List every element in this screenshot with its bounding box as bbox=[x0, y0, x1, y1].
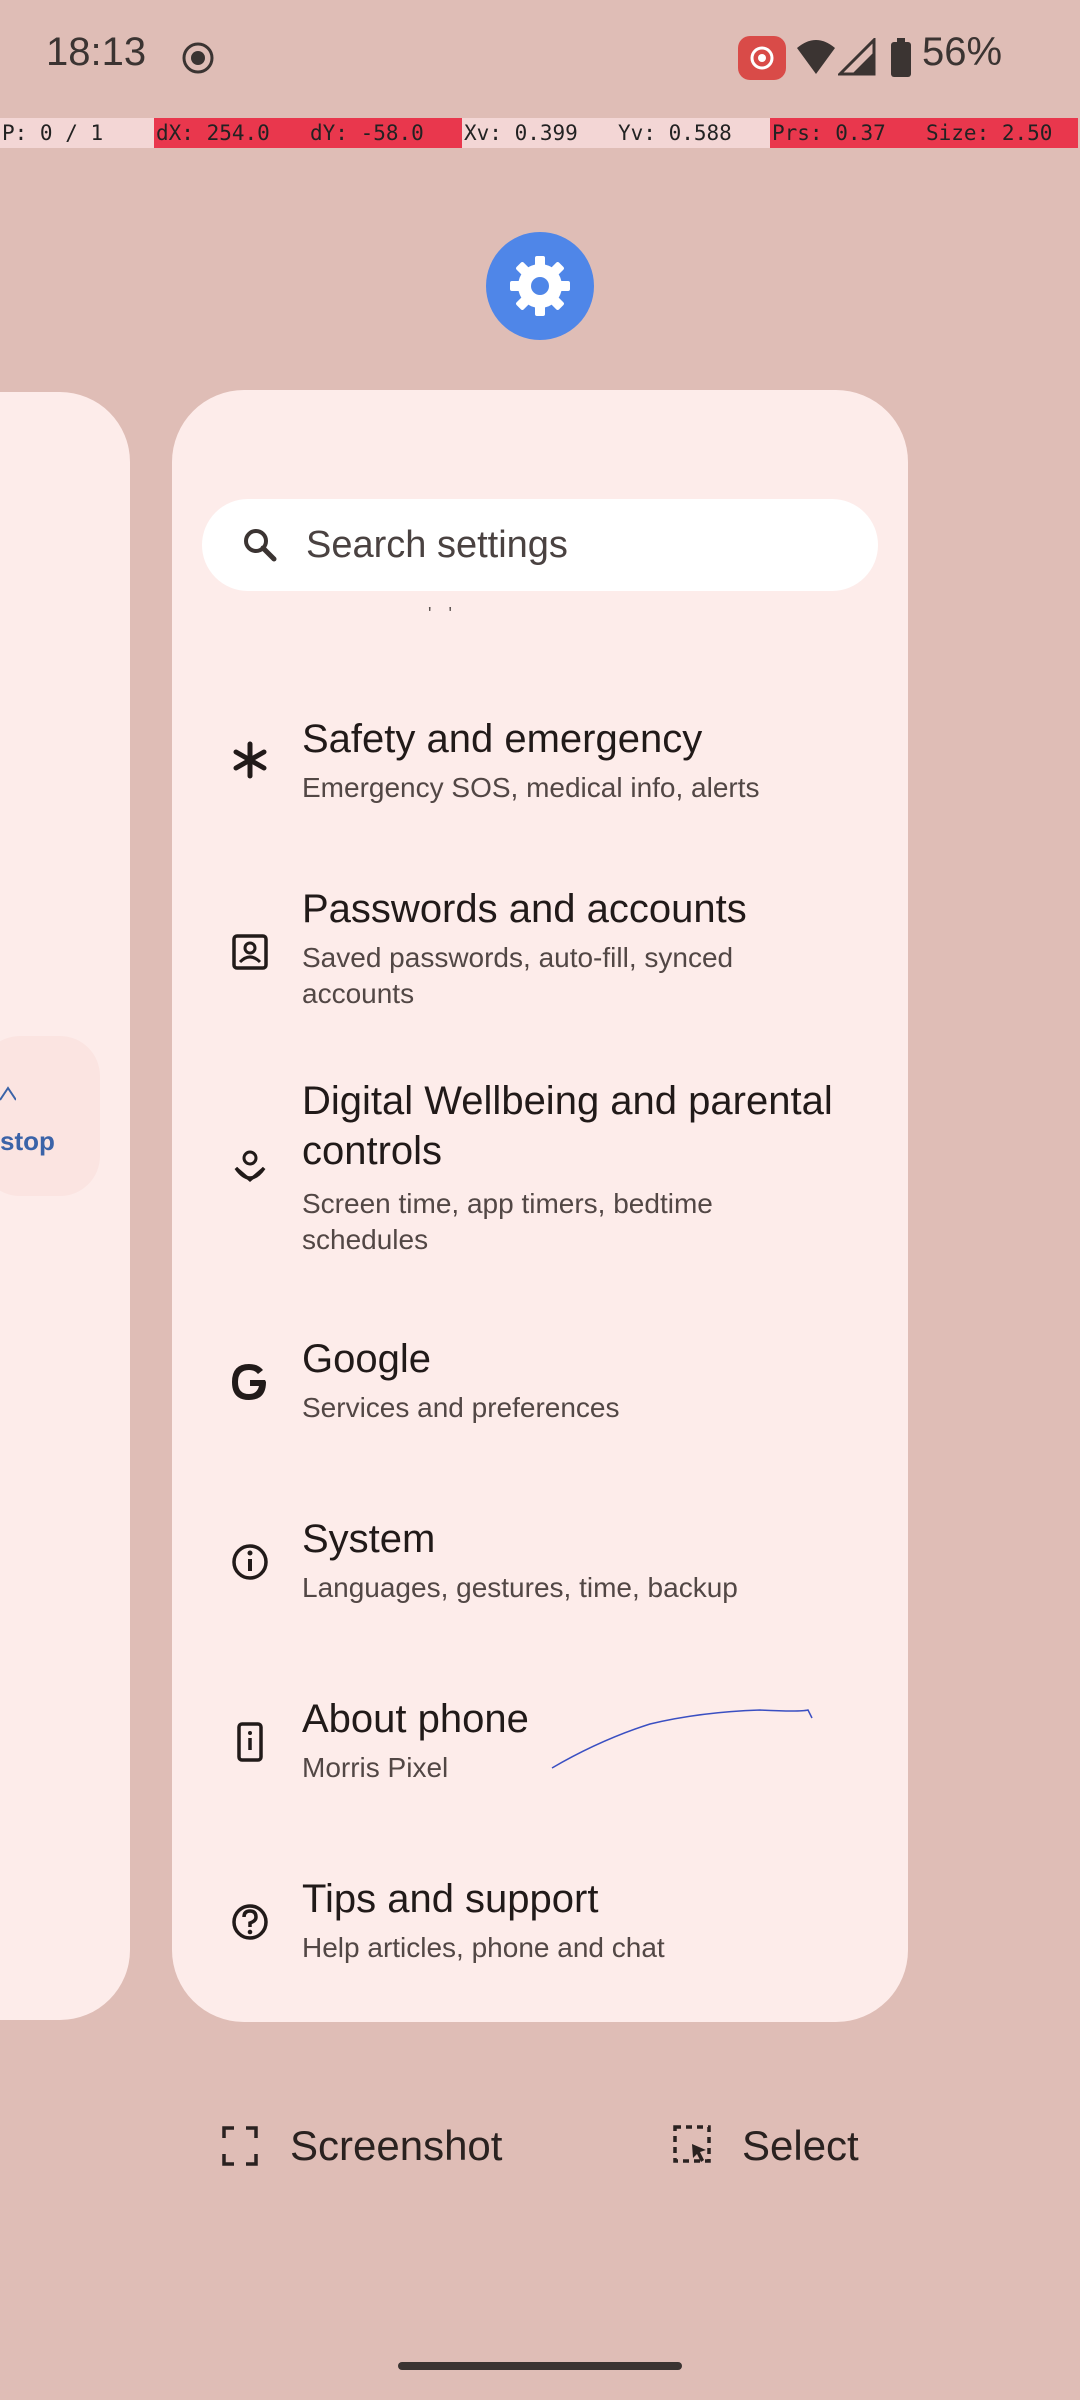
item-title: System bbox=[302, 1517, 436, 1561]
item-title: Tips and support bbox=[302, 1877, 599, 1921]
google-icon bbox=[232, 1364, 266, 1400]
debug-pointer: P: 0 / 1 bbox=[0, 118, 154, 148]
screenshot-button[interactable]: Screenshot bbox=[220, 2110, 502, 2182]
settings-item-passwords[interactable]: Passwords and accounts Saved passwords, … bbox=[202, 870, 878, 1020]
info-icon bbox=[232, 1544, 268, 1580]
select-icon bbox=[673, 2125, 711, 2163]
signal-icon bbox=[838, 38, 876, 76]
item-subtitle: Help articles, phone and chat bbox=[302, 1932, 665, 1963]
select-label: Select bbox=[742, 2122, 859, 2169]
item-title: Google bbox=[302, 1337, 431, 1381]
debug-xv: Xv: 0.399 bbox=[462, 118, 616, 148]
left-chip-label: stop bbox=[0, 1126, 55, 1156]
settings-item-tips-support[interactable]: Tips and support Help articles, phone an… bbox=[202, 1860, 878, 1990]
item-subtitle: Saved passwords, auto-fill, synced accou… bbox=[302, 942, 734, 1009]
wellbeing-icon bbox=[234, 1150, 266, 1182]
help-icon bbox=[232, 1904, 268, 1940]
item-title: About phone bbox=[302, 1697, 529, 1741]
asterisk-icon bbox=[233, 741, 267, 779]
search-input[interactable] bbox=[304, 522, 828, 568]
item-subtitle: Services and preferences bbox=[302, 1392, 620, 1423]
debug-pressure: Prs: 0.37 bbox=[770, 118, 924, 148]
item-subtitle: Languages, gestures, time, backup bbox=[302, 1572, 738, 1603]
settings-item-digital-wellbeing[interactable]: Digital Wellbeing and parental controls … bbox=[202, 1064, 878, 1274]
phone-info-icon bbox=[237, 1722, 263, 1762]
recent-app-card-left[interactable] bbox=[0, 392, 130, 2020]
scroll-artifact-text: ' ' bbox=[428, 604, 458, 624]
screenshot-icon bbox=[222, 2126, 258, 2166]
item-title: Safety and emergency bbox=[302, 717, 703, 761]
cast-icon bbox=[738, 36, 786, 80]
pointer-debug-bar: P: 0 / 1 dX: 254.0 dY: -58.0 Xv: 0.399 Y… bbox=[0, 118, 1080, 148]
debug-dx: dX: 254.0 bbox=[154, 118, 308, 148]
item-subtitle: Morris Pixel bbox=[302, 1752, 449, 1783]
left-card-chip[interactable] bbox=[0, 1036, 100, 1196]
item-subtitle: Screen time, app timers, bedtime schedul… bbox=[302, 1188, 713, 1255]
triangle-icon bbox=[0, 1086, 16, 1101]
status-time: 18:13 bbox=[46, 30, 147, 74]
gear-icon bbox=[510, 256, 570, 316]
status-bar: 18:13 56% bbox=[0, 0, 1080, 116]
settings-item-system[interactable]: System Languages, gestures, time, backup bbox=[202, 1500, 878, 1630]
screenshot-label: Screenshot bbox=[290, 2122, 503, 2169]
settings-item-google[interactable]: Google Services and preferences bbox=[202, 1320, 878, 1450]
wifi-icon bbox=[797, 40, 835, 74]
battery-percent: 56% bbox=[922, 30, 1003, 74]
debug-size: Size: 2.50 bbox=[924, 118, 1078, 148]
search-icon bbox=[244, 529, 277, 562]
debug-dy: dY: -58.0 bbox=[308, 118, 462, 148]
battery-icon bbox=[891, 38, 911, 77]
debug-yv: Yv: 0.588 bbox=[616, 118, 770, 148]
item-title: Digital Wellbeing and parental controls bbox=[302, 1079, 833, 1173]
item-subtitle: Emergency SOS, medical info, alerts bbox=[302, 772, 760, 803]
settings-item-safety[interactable]: Safety and emergency Emergency SOS, medi… bbox=[202, 700, 878, 840]
account-box-icon bbox=[232, 934, 268, 970]
search-bar[interactable] bbox=[202, 499, 878, 591]
select-button[interactable]: Select bbox=[672, 2110, 859, 2182]
home-indicator[interactable] bbox=[398, 2362, 682, 2370]
item-title: Passwords and accounts bbox=[302, 887, 747, 931]
screen-record-icon bbox=[182, 42, 214, 74]
settings-item-about-phone[interactable]: About phone Morris Pixel bbox=[202, 1680, 878, 1810]
settings-app-icon[interactable] bbox=[486, 232, 594, 340]
